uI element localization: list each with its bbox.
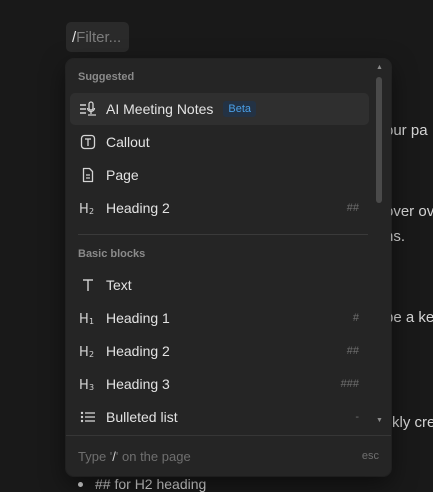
shortcut-hint: ##: [346, 345, 359, 357]
heading2-icon: H 2: [70, 201, 106, 215]
filter-placeholder: Filter...: [76, 28, 122, 46]
menu-item-label: Callout: [106, 134, 150, 150]
menu-scrollbar[interactable]: ▲ ▼: [376, 64, 383, 424]
menu-footer: Type ' / ' on the page esc: [66, 435, 391, 476]
menu-item-label: Text: [106, 277, 132, 293]
menu-item-label: Heading 3: [106, 376, 170, 392]
bg-bullet-text: ## for H2 heading: [95, 476, 207, 492]
menu-item-text[interactable]: Text: [70, 269, 369, 301]
bulleted-list-icon: [70, 410, 106, 424]
menu-item-heading-2[interactable]: H 2 Heading 2 ##: [70, 335, 369, 367]
scroll-up-arrow-icon[interactable]: ▲: [376, 64, 383, 71]
bullet-dot: [78, 481, 83, 487]
menu-item-label: Bulleted list: [106, 409, 178, 425]
menu-item-label: Heading 2: [106, 200, 170, 216]
section-label-suggested: Suggested: [78, 71, 135, 83]
svg-text:2: 2: [89, 350, 94, 358]
svg-text:3: 3: [89, 383, 94, 391]
shortcut-hint: ##: [346, 202, 359, 214]
beta-badge: Beta: [223, 101, 257, 117]
shortcut-hint: ###: [340, 378, 359, 390]
menu-scroll-area[interactable]: Suggested AI Meeting Notes Beta Callout …: [66, 59, 391, 435]
bg-bullet-item[interactable]: ## for H2 heading: [78, 476, 206, 492]
footer-hint-suffix: ' on the page: [115, 448, 191, 464]
section-label-basic-blocks: Basic blocks: [78, 248, 146, 260]
menu-item-heading-3[interactable]: H 3 Heading 3 ###: [70, 368, 369, 400]
svg-text:1: 1: [89, 317, 94, 325]
section-divider: [78, 234, 368, 235]
heading3-icon: H 3: [70, 377, 106, 391]
menu-item-heading-2-suggested[interactable]: H 2 Heading 2 ##: [70, 192, 369, 224]
page-icon: [70, 167, 106, 183]
bg-text-fragment: over ov: [385, 203, 433, 220]
menu-item-label: Heading 1: [106, 310, 170, 326]
shortcut-hint: #: [352, 312, 359, 324]
footer-hint-prefix: Type ': [78, 448, 113, 464]
menu-item-callout[interactable]: Callout: [70, 126, 369, 158]
menu-item-heading-1[interactable]: H 1 Heading 1 #: [70, 302, 369, 334]
shortcut-hint: -: [355, 411, 359, 423]
text-icon: [70, 278, 106, 292]
menu-item-page[interactable]: Page: [70, 159, 369, 191]
heading1-icon: H 1: [70, 311, 106, 325]
svg-text:H: H: [79, 378, 89, 391]
bg-text-fragment: kly cre: [392, 414, 433, 431]
bg-text-fragment: be a ke: [385, 309, 433, 326]
svg-text:2: 2: [89, 207, 94, 215]
menu-item-label: Page: [106, 167, 139, 183]
page-background: our pa over ov ns. be a ke kly cre ## fo…: [0, 0, 433, 492]
svg-text:H: H: [79, 202, 89, 215]
menu-item-bulleted-list[interactable]: Bulleted list -: [70, 401, 369, 433]
slash-command-menu: Suggested AI Meeting Notes Beta Callout …: [66, 59, 391, 476]
slash-filter-input[interactable]: / Filter...: [66, 22, 129, 52]
esc-hint[interactable]: esc: [362, 450, 379, 462]
callout-icon: [70, 134, 106, 150]
svg-text:H: H: [79, 312, 89, 325]
meeting-notes-icon: [70, 101, 106, 117]
bg-text-fragment: our pa: [385, 122, 428, 139]
scroll-down-arrow-icon[interactable]: ▼: [376, 417, 383, 424]
heading2-icon: H 2: [70, 344, 106, 358]
menu-item-ai-meeting-notes[interactable]: AI Meeting Notes Beta: [70, 93, 369, 125]
svg-text:H: H: [79, 345, 89, 358]
menu-item-label: AI Meeting Notes: [106, 101, 214, 117]
scrollbar-thumb[interactable]: [376, 77, 382, 203]
menu-item-label: Heading 2: [106, 343, 170, 359]
